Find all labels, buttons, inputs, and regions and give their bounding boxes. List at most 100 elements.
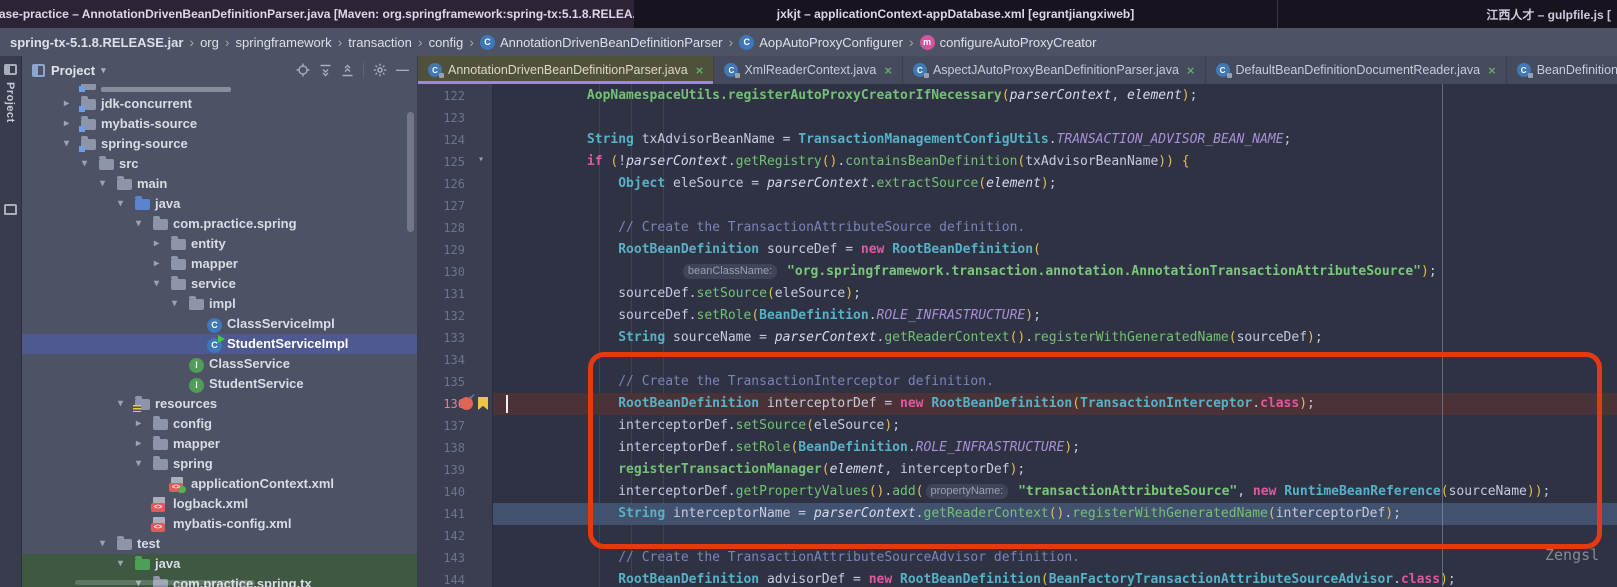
chevron-right-icon[interactable]: ▸: [154, 234, 159, 254]
breadcrumb-springframework[interactable]: springframework: [236, 35, 332, 50]
line-number[interactable]: 131: [418, 283, 465, 305]
tab-beandefinitionparserdelegate-ja[interactable]: CBeanDefinitionParserDelegate.ja: [1507, 56, 1617, 84]
close-icon[interactable]: ×: [696, 63, 704, 78]
code-line-132[interactable]: sourceDef.setRole(BeanDefinition.ROLE_IN…: [493, 305, 1041, 327]
locate-icon[interactable]: [296, 63, 310, 77]
tree-item-classserviceimpl[interactable]: CClassServiceImpl: [22, 314, 417, 334]
tree-horizontal-scrollbar[interactable]: [75, 580, 255, 585]
fold-arrow-icon[interactable]: ▾: [474, 154, 488, 165]
chevron-down-icon[interactable]: ▾: [101, 65, 106, 76]
code-line-125[interactable]: if (!parserContext.getRegistry().contain…: [493, 151, 1190, 173]
tree-item-mapper[interactable]: ▸mapper: [22, 254, 417, 274]
code-line-124[interactable]: String txAdvisorBeanName = TransactionMa…: [493, 129, 1291, 151]
tree-item-resources[interactable]: ▾resources: [22, 394, 417, 414]
chevron-down-icon[interactable]: ▾: [172, 294, 177, 314]
code-line-130[interactable]: beanClassName: "org.springframework.tran…: [493, 261, 1437, 283]
line-number[interactable]: 130: [418, 261, 465, 283]
chevron-down-icon[interactable]: ▾: [136, 214, 141, 234]
tree-item-mybatis-config-xml[interactable]: mybatis-config.xml: [22, 514, 417, 534]
line-number[interactable]: 127: [418, 195, 465, 217]
line-number[interactable]: 123: [418, 107, 465, 129]
tree-item-impl[interactable]: ▾impl: [22, 294, 417, 314]
tree-vertical-scrollbar[interactable]: [407, 112, 414, 232]
chevron-down-icon[interactable]: ▾: [118, 194, 123, 214]
tab-aspectjautoproxybeandefinitionparser-java[interactable]: CAspectJAutoProxyBeanDefinitionParser.ja…: [903, 56, 1206, 84]
line-number[interactable]: 143: [418, 547, 465, 569]
chevron-down-icon[interactable]: ▾: [118, 394, 123, 414]
tree-item-jdk-concurrent[interactable]: ▸jdk-concurrent: [22, 94, 417, 114]
line-number[interactable]: 124: [418, 129, 465, 151]
breadcrumb-annotationdrivenbeandefinitionparser[interactable]: CAnnotationDrivenBeanDefinitionParser: [480, 35, 723, 50]
breadcrumb-org[interactable]: org: [200, 35, 219, 50]
code-line-129[interactable]: RootBeanDefinition sourceDef = new RootB…: [493, 239, 1041, 261]
tree-item-java[interactable]: ▾java: [22, 554, 417, 574]
line-number[interactable]: 136: [418, 393, 465, 415]
project-tool-icon[interactable]: [4, 64, 17, 75]
tree-item-spring[interactable]: ▾spring: [22, 454, 417, 474]
project-stripe-label[interactable]: Project: [4, 82, 16, 123]
tree-item-logback-xml[interactable]: logback.xml: [22, 494, 417, 514]
close-icon[interactable]: ×: [884, 63, 892, 78]
window-title-jxkjt[interactable]: jxkjt – applicationContext-appDatabase.x…: [634, 0, 1277, 28]
chevron-down-icon[interactable]: ▾: [100, 534, 105, 554]
chevron-right-icon[interactable]: ▸: [154, 254, 159, 274]
tree-item-mapper[interactable]: ▸mapper: [22, 434, 417, 454]
tree-item-config[interactable]: ▸config: [22, 414, 417, 434]
chevron-down-icon[interactable]: ▾: [82, 154, 87, 174]
chevron-right-icon[interactable]: ▸: [136, 414, 141, 434]
expand-all-icon[interactable]: [319, 64, 332, 77]
line-number[interactable]: 133: [418, 327, 465, 349]
breadcrumb-spring-tx-5-1-8-release-jar[interactable]: spring-tx-5.1.8.RELEASE.jar: [10, 35, 183, 50]
chevron-down-icon[interactable]: ▾: [136, 454, 141, 474]
window-title-active[interactable]: base-practice – AnnotationDrivenBeanDefi…: [0, 0, 634, 28]
breakpoint-check-icon[interactable]: [460, 397, 473, 410]
breadcrumb-aopautoproxyconfigurer[interactable]: CAopAutoProxyConfigurer: [739, 35, 903, 50]
secondary-tool-icon[interactable]: [4, 204, 17, 215]
line-number[interactable]: 140: [418, 481, 465, 503]
project-panel-title[interactable]: Project: [51, 63, 95, 78]
code-line-128[interactable]: // Create the TransactionAttributeSource…: [493, 217, 1025, 239]
hide-panel-icon[interactable]: —: [396, 65, 409, 75]
tree-item-test[interactable]: ▾test: [22, 534, 417, 554]
code-line-122[interactable]: AopNamespaceUtils.registerAutoProxyCreat…: [493, 85, 1197, 107]
chevron-down-icon[interactable]: ▾: [64, 134, 69, 154]
chevron-down-icon[interactable]: ▾: [154, 274, 159, 294]
code-line-133[interactable]: String sourceName = parserContext.getRea…: [493, 327, 1323, 349]
tree-item-service[interactable]: ▾service: [22, 274, 417, 294]
code-line-144[interactable]: RootBeanDefinition advisorDef = new Root…: [493, 569, 1456, 587]
chevron-down-icon[interactable]: ▾: [118, 554, 123, 574]
code-editor[interactable]: 122 AopNamespaceUtils.registerAutoProxyC…: [418, 84, 1617, 587]
line-number[interactable]: 135: [418, 371, 465, 393]
tab-defaultbeandefinitiondocumentreader-java[interactable]: CDefaultBeanDefinitionDocumentReader.jav…: [1206, 56, 1507, 84]
close-icon[interactable]: ×: [1488, 63, 1496, 78]
line-number[interactable]: 142: [418, 525, 465, 547]
collapse-all-icon[interactable]: [341, 64, 354, 77]
tree-item-java[interactable]: ▾java: [22, 194, 417, 214]
chevron-right-icon[interactable]: ▸: [64, 114, 69, 134]
line-number[interactable]: 137: [418, 415, 465, 437]
line-number[interactable]: 128: [418, 217, 465, 239]
chevron-down-icon[interactable]: ▾: [100, 174, 105, 194]
line-number[interactable]: 126: [418, 173, 465, 195]
breadcrumb-config[interactable]: config: [429, 35, 464, 50]
line-number[interactable]: 141: [418, 503, 465, 525]
line-number[interactable]: 138: [418, 437, 465, 459]
tree-item-spring-source[interactable]: ▾spring-source: [22, 134, 417, 154]
tree-item-main[interactable]: ▾main: [22, 174, 417, 194]
tree-item-entity[interactable]: ▸entity: [22, 234, 417, 254]
line-number[interactable]: 139: [418, 459, 465, 481]
close-icon[interactable]: ×: [1187, 63, 1195, 78]
chevron-right-icon[interactable]: ▸: [64, 94, 69, 114]
line-number[interactable]: 122: [418, 85, 465, 107]
tree-item-mybatis-source[interactable]: ▸mybatis-source: [22, 114, 417, 134]
breadcrumb-configureautoproxycreator[interactable]: mconfigureAutoProxyCreator: [920, 35, 1097, 50]
code-line-131[interactable]: sourceDef.setSource(eleSource);: [493, 283, 861, 305]
tree-item-applicationcontext-xml[interactable]: applicationContext.xml: [22, 474, 417, 494]
window-title-jiangxi[interactable]: 江西人才 – gulpfile.js [: [1277, 0, 1617, 28]
line-number[interactable]: 132: [418, 305, 465, 327]
code-line-143[interactable]: // Create the TransactionAttributeSource…: [493, 547, 1080, 569]
line-number[interactable]: 144: [418, 569, 465, 587]
tree-item-item[interactable]: [22, 84, 417, 94]
line-number[interactable]: 125: [418, 151, 465, 173]
tab-annotationdrivenbeandefinitionparser-java[interactable]: CAnnotationDrivenBeanDefinitionParser.ja…: [418, 56, 714, 84]
